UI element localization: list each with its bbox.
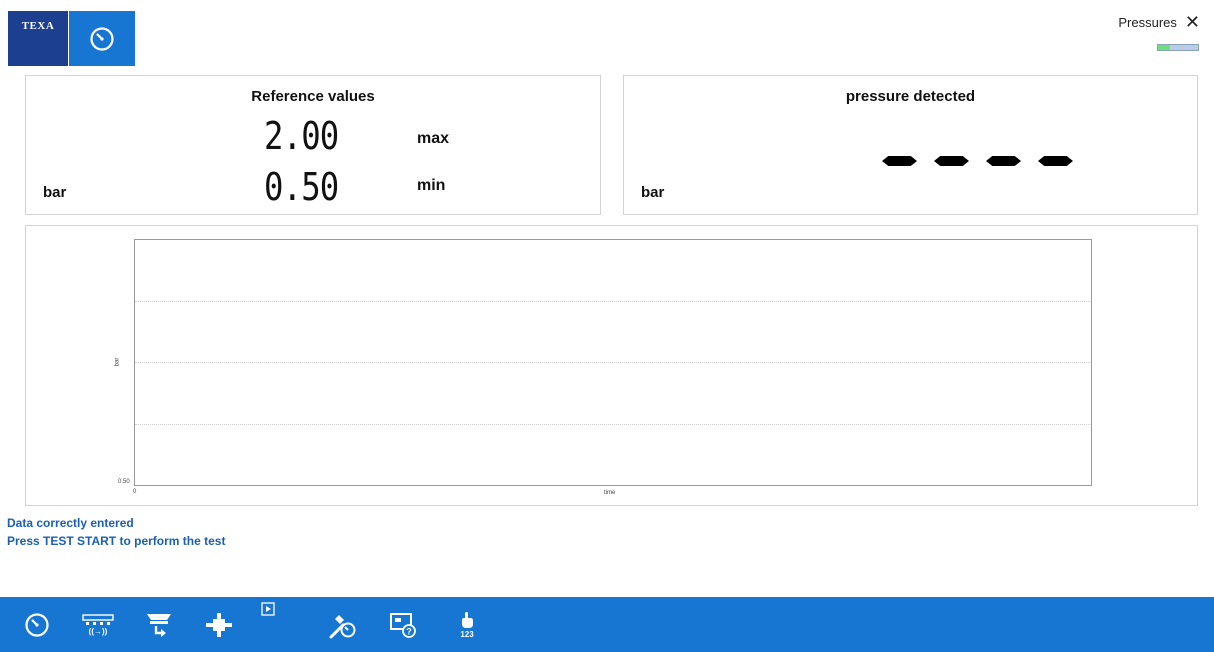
svg-text:?: ?	[406, 626, 412, 636]
no-reading-display	[882, 156, 1073, 166]
status-message-1: Data correctly entered	[7, 516, 134, 530]
y-min-tick-label: 0.50	[118, 479, 130, 485]
x-axis-label: time	[604, 490, 616, 496]
chart-plot-area	[134, 239, 1092, 486]
dash-segment	[934, 156, 969, 166]
max-label: max	[417, 130, 450, 147]
y-axis-label: bar	[114, 357, 121, 367]
pressure-detected-title: pressure detected	[845, 88, 976, 105]
info-panel-icon[interactable]: ?	[386, 597, 420, 652]
gauge-icon	[69, 11, 135, 66]
reference-values-title: Reference values	[251, 88, 375, 105]
progress-bar	[1157, 44, 1199, 51]
bottom-toolbar: ((→)) ? 123	[0, 597, 1214, 652]
texa-logo: TEXA	[8, 11, 68, 66]
dash-segment	[882, 156, 917, 166]
pressure-detected-panel: pressure detected bar	[623, 75, 1198, 215]
x-min-tick-label: 0	[133, 489, 137, 495]
dash-segment	[986, 156, 1021, 166]
progress-fill	[1158, 45, 1170, 50]
min-label: min	[417, 177, 446, 194]
max-value-display: 2.00	[264, 114, 339, 158]
status-message-2: Press TEST START to perform the test	[7, 534, 226, 548]
min-value-display: 0.50	[264, 165, 339, 209]
touch-hand-icon[interactable]: 123	[452, 597, 482, 652]
touch-hand-label: 123	[460, 629, 474, 639]
dash-segment	[1038, 156, 1073, 166]
actuator-icon[interactable]	[202, 597, 236, 652]
title-bar: Pressures ✕	[1118, 13, 1200, 31]
communication-icon[interactable]: ((→))	[78, 597, 118, 652]
communication-label: ((→))	[88, 626, 108, 636]
gridline	[135, 424, 1091, 425]
gridline	[135, 301, 1091, 302]
reference-unit: bar	[43, 184, 67, 201]
close-icon[interactable]: ✕	[1185, 13, 1200, 31]
brand-text: TEXA	[21, 20, 55, 32]
wrench-gauge-icon[interactable]	[326, 597, 360, 652]
gauge-icon[interactable]	[22, 597, 52, 652]
page-title: Pressures	[1118, 14, 1177, 30]
gridline	[135, 362, 1091, 363]
reference-values-panel: Reference values 2.00 max 0.50 min bar	[25, 75, 601, 215]
component-arrow-icon[interactable]	[142, 597, 176, 652]
play-small-icon[interactable]	[259, 597, 277, 621]
detected-unit: bar	[641, 184, 665, 201]
